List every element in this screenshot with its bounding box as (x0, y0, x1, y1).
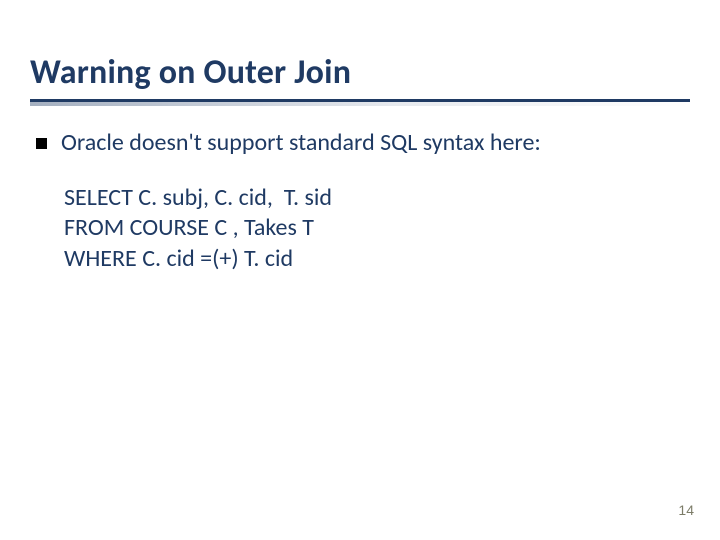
page-number: 14 (678, 502, 694, 518)
square-bullet-icon (36, 138, 47, 149)
code-line-2: FROM COURSE C , Takes T (64, 213, 670, 244)
slide-title: Warning on Outer Join (30, 52, 690, 93)
sql-code-block: SELECT C. subj, C. cid, T. sid FROM COUR… (64, 183, 670, 275)
slide-body: Oracle doesn't support standard SQL synt… (0, 106, 720, 275)
code-line-1: SELECT C. subj, C. cid, T. sid (64, 183, 670, 214)
slide: Warning on Outer Join Oracle doesn't sup… (0, 0, 720, 540)
bullet-text: Oracle doesn't support standard SQL synt… (61, 128, 670, 159)
code-line-3: WHERE C. cid =(+) T. cid (64, 244, 670, 275)
title-area: Warning on Outer Join (0, 0, 720, 106)
bullet-item: Oracle doesn't support standard SQL synt… (36, 128, 670, 159)
